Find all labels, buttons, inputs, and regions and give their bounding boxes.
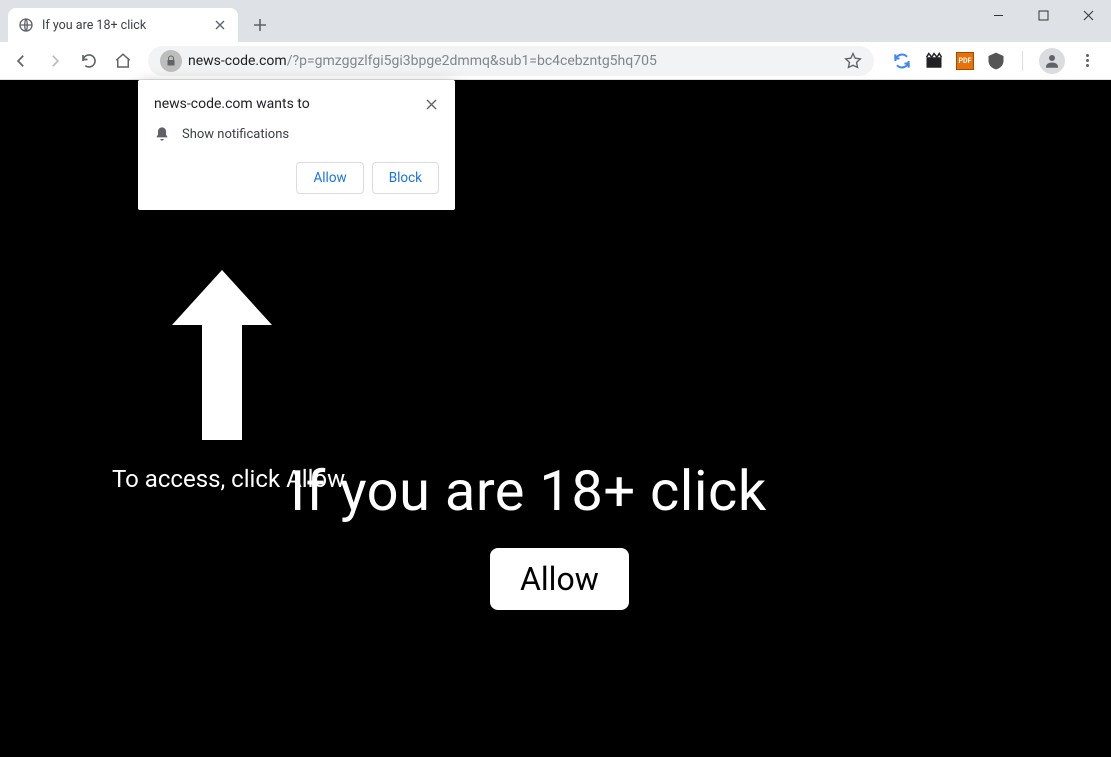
permission-title: news-code.com wants to bbox=[154, 96, 310, 112]
browser-toolbar: news-code.com/?p=gmzggzlfgi5gi3bpge2dmmq… bbox=[0, 42, 1111, 80]
permission-block-button[interactable]: Block bbox=[372, 162, 439, 194]
window-close-button[interactable] bbox=[1066, 0, 1111, 30]
arrow-up-icon bbox=[172, 270, 272, 440]
home-button[interactable] bbox=[108, 46, 138, 76]
browser-tab[interactable]: If you are 18+ click bbox=[8, 8, 238, 42]
window-titlebar: If you are 18+ click bbox=[0, 0, 1111, 42]
permission-allow-button[interactable]: Allow bbox=[296, 162, 363, 194]
window-maximize-button[interactable] bbox=[1021, 0, 1066, 30]
address-bar[interactable]: news-code.com/?p=gmzggzlfgi5gi3bpge2dmmq… bbox=[148, 46, 874, 76]
tab-close-icon[interactable] bbox=[212, 17, 228, 33]
back-button[interactable] bbox=[6, 46, 36, 76]
extension-pdf-icon[interactable]: PDF bbox=[956, 52, 974, 70]
page-allow-button[interactable]: Allow bbox=[490, 548, 629, 610]
sync-icon[interactable] bbox=[892, 51, 912, 71]
window-minimize-button[interactable] bbox=[976, 0, 1021, 30]
globe-icon bbox=[18, 17, 34, 33]
tab-title: If you are 18+ click bbox=[42, 18, 206, 33]
toolbar-divider bbox=[1022, 51, 1023, 71]
kebab-menu-icon[interactable] bbox=[1077, 54, 1097, 67]
reload-button[interactable] bbox=[74, 46, 104, 76]
url-domain: news-code.com bbox=[188, 53, 287, 69]
url-text: news-code.com/?p=gmzggzlfgi5gi3bpge2dmmq… bbox=[188, 53, 657, 69]
new-tab-button[interactable] bbox=[246, 11, 274, 39]
extension-clapper-icon[interactable] bbox=[924, 51, 944, 71]
bookmark-star-icon[interactable] bbox=[844, 52, 862, 70]
permission-close-icon[interactable] bbox=[423, 96, 439, 112]
extension-shield-icon[interactable] bbox=[986, 51, 1006, 71]
notification-permission-popup: news-code.com wants to Show notification… bbox=[138, 80, 455, 210]
page-headline: If you are 18+ click bbox=[290, 458, 767, 524]
url-path: /?p=gmzggzlfgi5gi3bpge2dmmq&sub1=bc4cebz… bbox=[287, 53, 657, 69]
window-controls bbox=[976, 0, 1111, 30]
extensions-area: PDF bbox=[884, 48, 1105, 74]
forward-button[interactable] bbox=[40, 46, 70, 76]
permission-body-text: Show notifications bbox=[182, 127, 289, 142]
bell-icon bbox=[154, 126, 170, 142]
lock-icon[interactable] bbox=[160, 50, 182, 72]
profile-avatar[interactable] bbox=[1039, 48, 1065, 74]
